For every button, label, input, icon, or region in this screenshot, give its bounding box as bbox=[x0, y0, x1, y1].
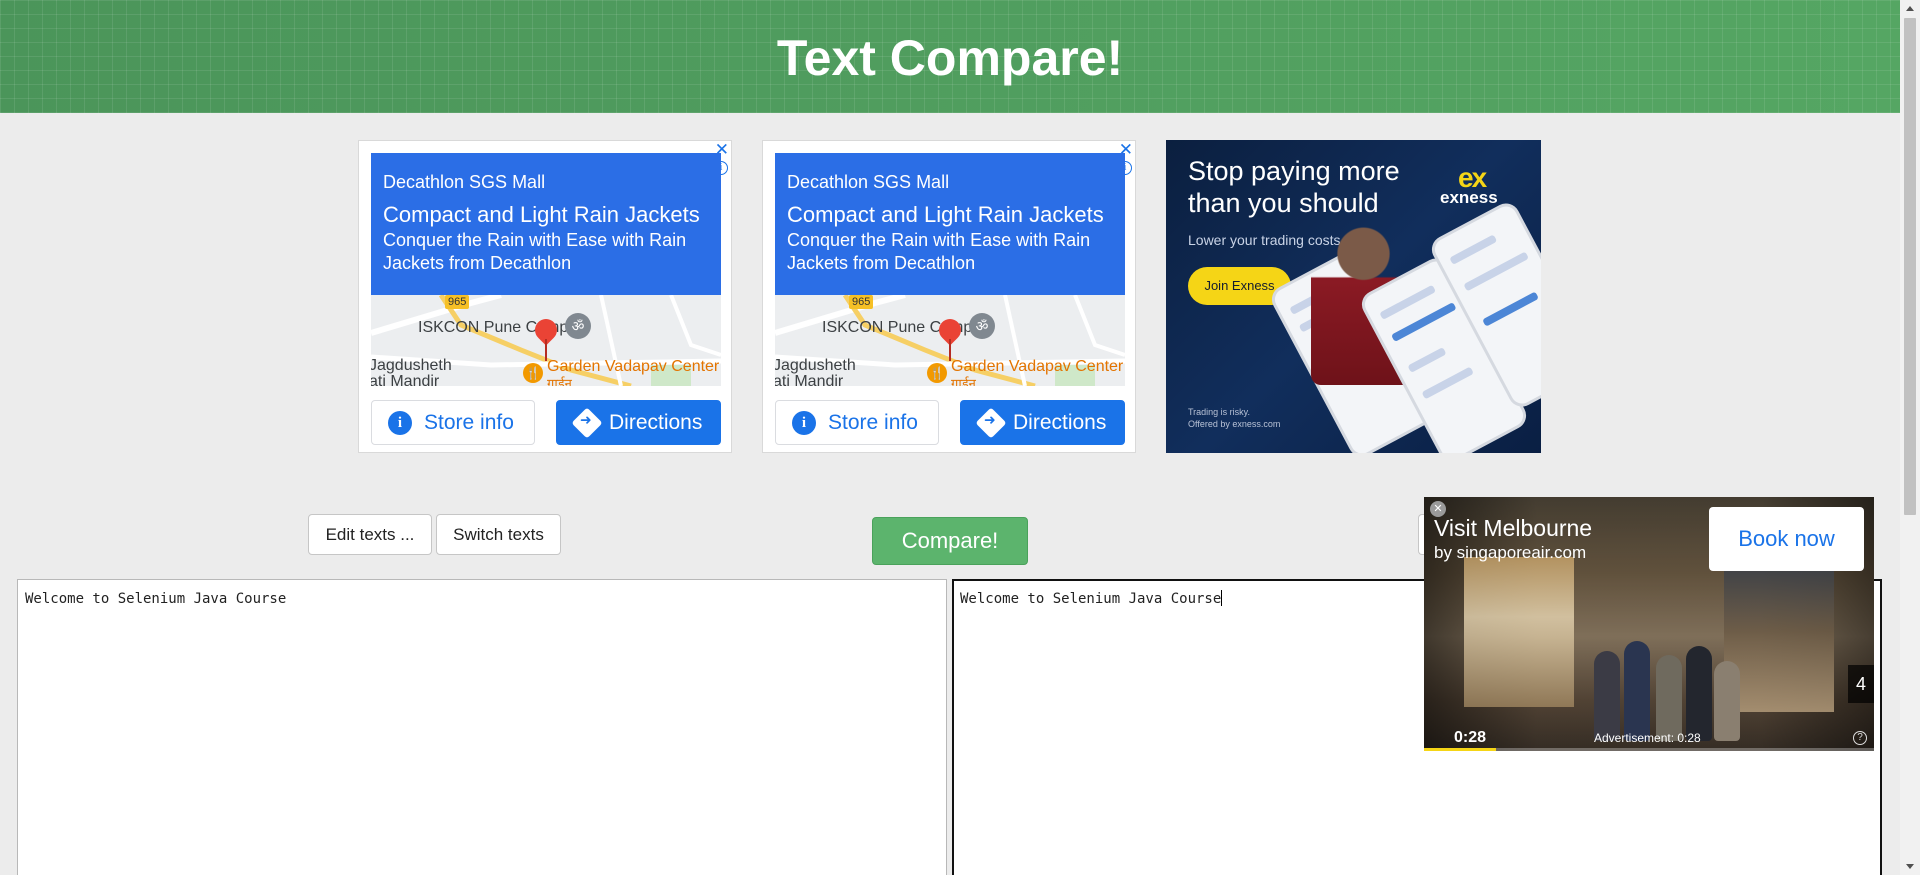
directions-label: Directions bbox=[609, 411, 703, 434]
road-number-badge: 965 bbox=[849, 295, 874, 309]
pedestrian-image bbox=[1656, 655, 1682, 741]
pedestrian-image bbox=[1686, 646, 1712, 741]
page-title: Text Compare! bbox=[776, 30, 1124, 86]
directions-button[interactable]: Directions bbox=[556, 400, 721, 445]
shop-window-image bbox=[1464, 557, 1574, 707]
scroll-thumb[interactable] bbox=[1904, 18, 1916, 515]
pedestrian-image bbox=[1594, 651, 1620, 741]
video-time: 0:28 bbox=[1454, 729, 1487, 746]
ad-description: Conquer the Rain with Ease with Rain Jac… bbox=[383, 230, 687, 273]
ad-store-name: Decathlon SGS Mall bbox=[787, 172, 950, 192]
road-number-badge: 965 bbox=[445, 295, 470, 309]
text-caret bbox=[1221, 590, 1223, 606]
ad-text-panel[interactable]: Decathlon SGS Mall Compact and Light Rai… bbox=[775, 153, 1125, 295]
video-ad-advertiser: by singaporeair.com bbox=[1434, 543, 1587, 562]
video-progress-bar[interactable] bbox=[1424, 748, 1874, 751]
video-progress-fill bbox=[1424, 748, 1496, 751]
skip-countdown[interactable]: 4 bbox=[1848, 665, 1874, 703]
map-label-mandir: ati Mandir bbox=[371, 373, 440, 386]
store-info-button[interactable]: i Store info bbox=[371, 400, 535, 445]
ad-headline: Compact and Light Rain Jackets bbox=[787, 202, 1104, 227]
switch-texts-button[interactable]: Switch texts bbox=[436, 514, 561, 555]
ad-description: Conquer the Rain with Ease with Rain Jac… bbox=[787, 230, 1091, 273]
risk-line-1: Trading is risky. bbox=[1188, 407, 1251, 417]
temple-icon: ॐ bbox=[565, 313, 591, 339]
exness-logo: exness bbox=[1440, 188, 1498, 207]
ad-headline: Compact and Light Rain Jackets bbox=[383, 202, 700, 227]
ad-store-name: Decathlon SGS Mall bbox=[383, 172, 546, 192]
info-icon: i bbox=[388, 411, 412, 435]
directions-icon bbox=[571, 407, 603, 439]
temple-icon: ॐ bbox=[969, 313, 995, 339]
left-text-content: Welcome to Selenium Java Course bbox=[25, 591, 287, 607]
directions-icon bbox=[975, 407, 1007, 439]
map-label-garden-vadapav: Garden Vadapav Center bbox=[951, 358, 1124, 375]
left-text-area[interactable]: Welcome to Selenium Java Course bbox=[17, 579, 947, 875]
pedestrian-image bbox=[1624, 641, 1650, 741]
scroll-up-arrow-icon[interactable] bbox=[1900, 0, 1920, 17]
exness-ad[interactable]: Stop paying more than you should ex exne… bbox=[1166, 140, 1541, 453]
advertisement-label: Advertisement: 0:28 bbox=[1594, 731, 1701, 745]
map-ad-1[interactable]: ✕ i Decathlon SGS Mall Compact and Light… bbox=[358, 140, 732, 453]
map-label-garden-local: गार्डन bbox=[547, 376, 572, 386]
store-info-button[interactable]: i Store info bbox=[775, 400, 939, 445]
directions-label: Directions bbox=[1013, 411, 1107, 434]
store-info-label: Store info bbox=[828, 411, 918, 434]
restaurant-icon: 🍴 bbox=[927, 363, 947, 383]
exness-risk-disclaimer: Trading is risky. Offered by exness.com bbox=[1188, 406, 1280, 430]
video-ad-title: Visit Melbourne bbox=[1434, 515, 1593, 541]
map-label-garden-vadapav: Garden Vadapav Center bbox=[547, 358, 720, 375]
page-header: Text Compare! bbox=[0, 0, 1900, 113]
book-now-button[interactable]: Book now bbox=[1709, 507, 1864, 571]
risk-line-2: Offered by exness.com bbox=[1188, 419, 1281, 429]
map-ad-2[interactable]: ✕ i Decathlon SGS Mall Compact and Light… bbox=[762, 140, 1136, 453]
ad-map[interactable]: 965 ISKCON Pune Camp ॐ Jagdusheth ati Ma… bbox=[371, 295, 721, 386]
shop-window-image bbox=[1724, 552, 1834, 712]
help-icon[interactable]: ? bbox=[1853, 731, 1867, 745]
compare-button[interactable]: Compare! bbox=[872, 517, 1028, 565]
pedestrian-image bbox=[1714, 661, 1740, 741]
restaurant-icon: 🍴 bbox=[523, 363, 543, 383]
map-label-mandir: ati Mandir bbox=[775, 373, 844, 386]
store-info-label: Store info bbox=[424, 411, 514, 434]
video-ad[interactable]: ✕ Visit Melbourne by singaporeair.com Bo… bbox=[1424, 497, 1874, 751]
info-icon: i bbox=[792, 411, 816, 435]
directions-button[interactable]: Directions bbox=[960, 400, 1125, 445]
ad-text-panel[interactable]: Decathlon SGS Mall Compact and Light Rai… bbox=[371, 153, 721, 295]
edit-texts-button[interactable]: Edit texts ... bbox=[308, 514, 432, 555]
ad-map[interactable]: 965 ISKCON Pune Camp ॐ Jagdusheth ati Ma… bbox=[775, 295, 1125, 386]
exness-headline: Stop paying more than you should bbox=[1188, 156, 1400, 218]
map-label-garden-local: गार्डन bbox=[951, 376, 976, 386]
scroll-down-arrow-icon[interactable] bbox=[1900, 858, 1920, 875]
right-text-content: Welcome to Selenium Java Course bbox=[960, 591, 1222, 607]
vertical-scrollbar[interactable] bbox=[1900, 0, 1920, 875]
